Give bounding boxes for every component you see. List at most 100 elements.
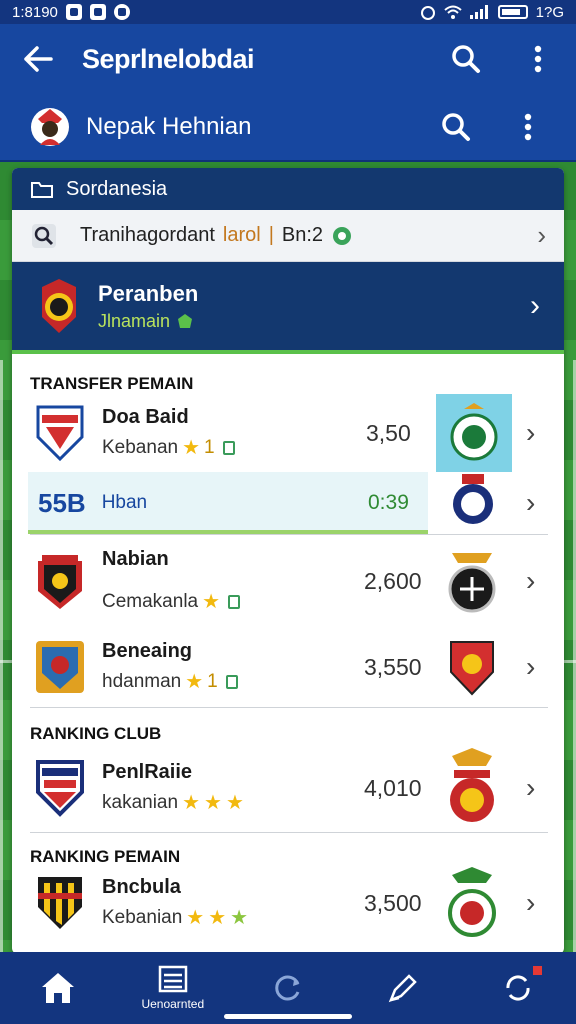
edit-icon	[388, 974, 417, 1003]
club-logo	[436, 394, 512, 472]
player-name: Beneaing	[102, 640, 193, 662]
player-sub: Cemakanla	[102, 590, 199, 612]
chevron-right-icon: ›	[526, 487, 536, 518]
chevron-right-icon: ›	[537, 220, 546, 250]
divider	[30, 832, 548, 833]
club-crest-icon	[453, 474, 493, 524]
chevron-right-icon: ›	[530, 289, 540, 322]
chevron-right-icon: ›	[526, 565, 536, 596]
card-header-label: Sordanesia	[66, 177, 168, 200]
player-sub: hdanman	[102, 670, 182, 692]
status-right-text: 1?G	[535, 3, 564, 21]
notification-dot-icon	[532, 966, 542, 975]
signal-icon	[469, 5, 488, 19]
list-item[interactable]: PenlRaiie kakanian ★ ★ ★ 4,010 ›	[12, 744, 564, 832]
transfer-value: 3,550	[364, 653, 422, 680]
star-icon: ★	[185, 671, 204, 693]
home-indicator[interactable]	[224, 1014, 352, 1019]
transfer-value: 3,50	[366, 419, 411, 446]
settings-notification-icon	[113, 4, 130, 20]
list-item[interactable]: Bncbula Kebanian ★ ★ ★ 3,500 ›	[12, 867, 564, 939]
wifi-icon	[443, 5, 462, 19]
chevron-right-icon: ›	[526, 417, 536, 448]
sync-icon	[506, 975, 530, 1001]
star-icon: ★	[202, 591, 221, 613]
verified-icon	[178, 314, 193, 328]
home-icon	[41, 973, 74, 1003]
club-value: 4,010	[364, 774, 422, 801]
shield-icon	[228, 594, 241, 609]
player-name: Nabian	[102, 548, 169, 570]
profile-bar: Nepak Hehnian	[0, 94, 576, 162]
nav-edit[interactable]	[346, 952, 461, 1024]
search-separator: |	[268, 224, 274, 246]
club-crest-icon	[450, 641, 494, 696]
player-sub: Kebanian	[102, 906, 183, 928]
chevron-right-icon: ›	[526, 651, 536, 682]
list-item[interactable]: Beneaing hdanman ★ 1 3,550 ›	[12, 627, 564, 707]
search-row[interactable]: Tranihagordant larol | Bn:2 ›	[12, 210, 564, 262]
player-sub: Kebanan	[102, 436, 179, 458]
star-icon: ★	[204, 792, 222, 814]
club-crest-icon	[448, 553, 496, 613]
list-icon	[158, 965, 188, 993]
player-name: Doa Baid	[102, 406, 189, 428]
club-logo	[444, 549, 500, 613]
rating-number: 1	[207, 670, 218, 692]
club-crest-icon	[448, 867, 496, 937]
profile-name: Nepak Hehnian	[86, 113, 252, 140]
transfer-value: 2,600	[364, 567, 422, 594]
list-item[interactable]: Nabian Cemakanla ★ 2,600 ›	[12, 535, 564, 627]
back-arrow-icon[interactable]	[20, 41, 56, 77]
club-sub: kakanian	[102, 791, 179, 813]
divider	[30, 707, 548, 708]
league-crest-icon	[42, 279, 76, 333]
green-badge-icon	[333, 226, 352, 245]
search-icon[interactable]	[448, 41, 484, 77]
section-title-ranking-club: RANKING CLUB	[30, 724, 162, 743]
folder-icon	[31, 182, 53, 198]
star-icon: ★	[225, 792, 244, 814]
nav-list[interactable]: Uenoarnted	[115, 952, 230, 1024]
club-crest-icon	[450, 748, 494, 822]
highlight-label: Hban	[101, 492, 148, 513]
avatar[interactable]	[30, 105, 70, 149]
list-item[interactable]: Doa Baid Kebanan ★ 1 3,50 ›	[12, 394, 564, 472]
club-crest-icon	[36, 641, 84, 693]
more-vert-icon[interactable]	[520, 41, 556, 77]
league-subtitle: Jlnamain	[98, 310, 171, 331]
club-logo	[444, 748, 500, 828]
highlight-time: 0:39	[368, 491, 409, 514]
alarm-icon	[420, 6, 435, 20]
chevron-right-icon: ›	[526, 887, 536, 918]
highlight-row[interactable]: 55B Hban 0:39 ›	[28, 472, 548, 534]
more-vert-icon[interactable]	[510, 109, 546, 145]
star-icon: ★	[182, 792, 200, 814]
app-title: Seprlnelobdai	[82, 43, 255, 74]
star-icon: ★	[230, 907, 249, 929]
club-crest-icon	[450, 403, 498, 461]
status-bar: 1:8190 1?G	[0, 0, 576, 24]
nav-list-label: Uenoarnted	[141, 997, 205, 1011]
main-card: Sordanesia Tranihagordant larol | Bn:2 ›…	[12, 168, 564, 954]
club-crest-icon	[38, 877, 82, 929]
player-value: 3,500	[364, 889, 422, 916]
status-time: 1:8190	[12, 3, 58, 21]
notification-icon	[89, 4, 106, 20]
league-banner[interactable]: Peranben Jlnamain ›	[12, 262, 564, 354]
section-title-transfer: TRANSFER PEMAIN	[30, 374, 194, 393]
search-text: Tranihagordant	[80, 224, 215, 246]
club-logo	[450, 474, 496, 535]
notification-icon	[65, 4, 82, 20]
search-icon[interactable]	[438, 109, 474, 145]
star-icon: ★	[186, 907, 205, 929]
star-icon: ★	[182, 437, 201, 459]
search-suffix: Bn:2	[281, 224, 324, 246]
nav-sync[interactable]	[461, 952, 576, 1024]
battery-icon	[497, 5, 528, 19]
rating-number: 1	[204, 436, 215, 458]
nav-home[interactable]	[0, 952, 115, 1024]
search-accent: larol	[222, 224, 261, 246]
club-logo	[444, 635, 500, 699]
shield-icon	[225, 674, 238, 689]
